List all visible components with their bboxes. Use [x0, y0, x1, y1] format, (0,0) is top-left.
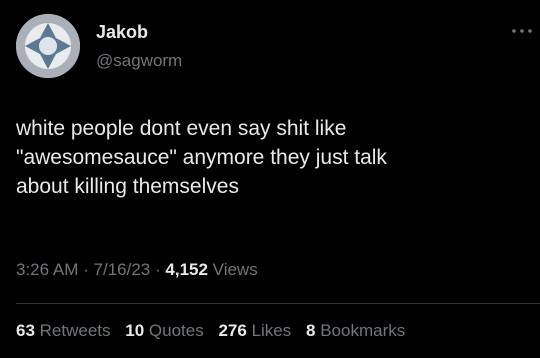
- likes-stat[interactable]: 276 Likes: [218, 321, 291, 341]
- tweet-meta: 3:26 AM · 7/16/23 · 4,152 Views: [16, 260, 258, 280]
- views-label: Views: [212, 260, 258, 279]
- views-count: 4,152: [165, 260, 208, 279]
- bookmarks-count: 8: [306, 321, 316, 340]
- display-name[interactable]: Jakob: [96, 22, 148, 43]
- retweets-count: 63: [16, 321, 35, 340]
- avatar[interactable]: [16, 14, 80, 78]
- tweet-time[interactable]: 3:26 AM: [16, 260, 78, 279]
- user-avatar-icon: [16, 14, 80, 78]
- bookmarks-stat[interactable]: 8 Bookmarks: [306, 321, 405, 341]
- quotes-stat[interactable]: 10 Quotes: [125, 321, 203, 341]
- tweet-card: Jakob @sagworm white people dont even sa…: [0, 0, 540, 358]
- likes-label: Likes: [251, 321, 292, 340]
- divider: [16, 303, 540, 304]
- retweets-stat[interactable]: 63 Retweets: [16, 321, 111, 341]
- meta-separator: ·: [83, 260, 89, 279]
- bookmarks-label: Bookmarks: [320, 321, 406, 340]
- tweet-text: white people dont even say shit like "aw…: [16, 117, 387, 198]
- user-handle[interactable]: @sagworm: [96, 51, 182, 71]
- quotes-count: 10: [125, 321, 145, 340]
- more-options-icon[interactable]: [510, 26, 534, 36]
- quotes-label: Quotes: [148, 321, 204, 340]
- engagement-stats: 63 Retweets 10 Quotes 276 Likes 8 Bookma…: [16, 321, 415, 341]
- likes-count: 276: [218, 321, 247, 340]
- tweet-date[interactable]: 7/16/23: [94, 260, 151, 279]
- retweets-label: Retweets: [39, 321, 111, 340]
- meta-separator: ·: [154, 260, 161, 279]
